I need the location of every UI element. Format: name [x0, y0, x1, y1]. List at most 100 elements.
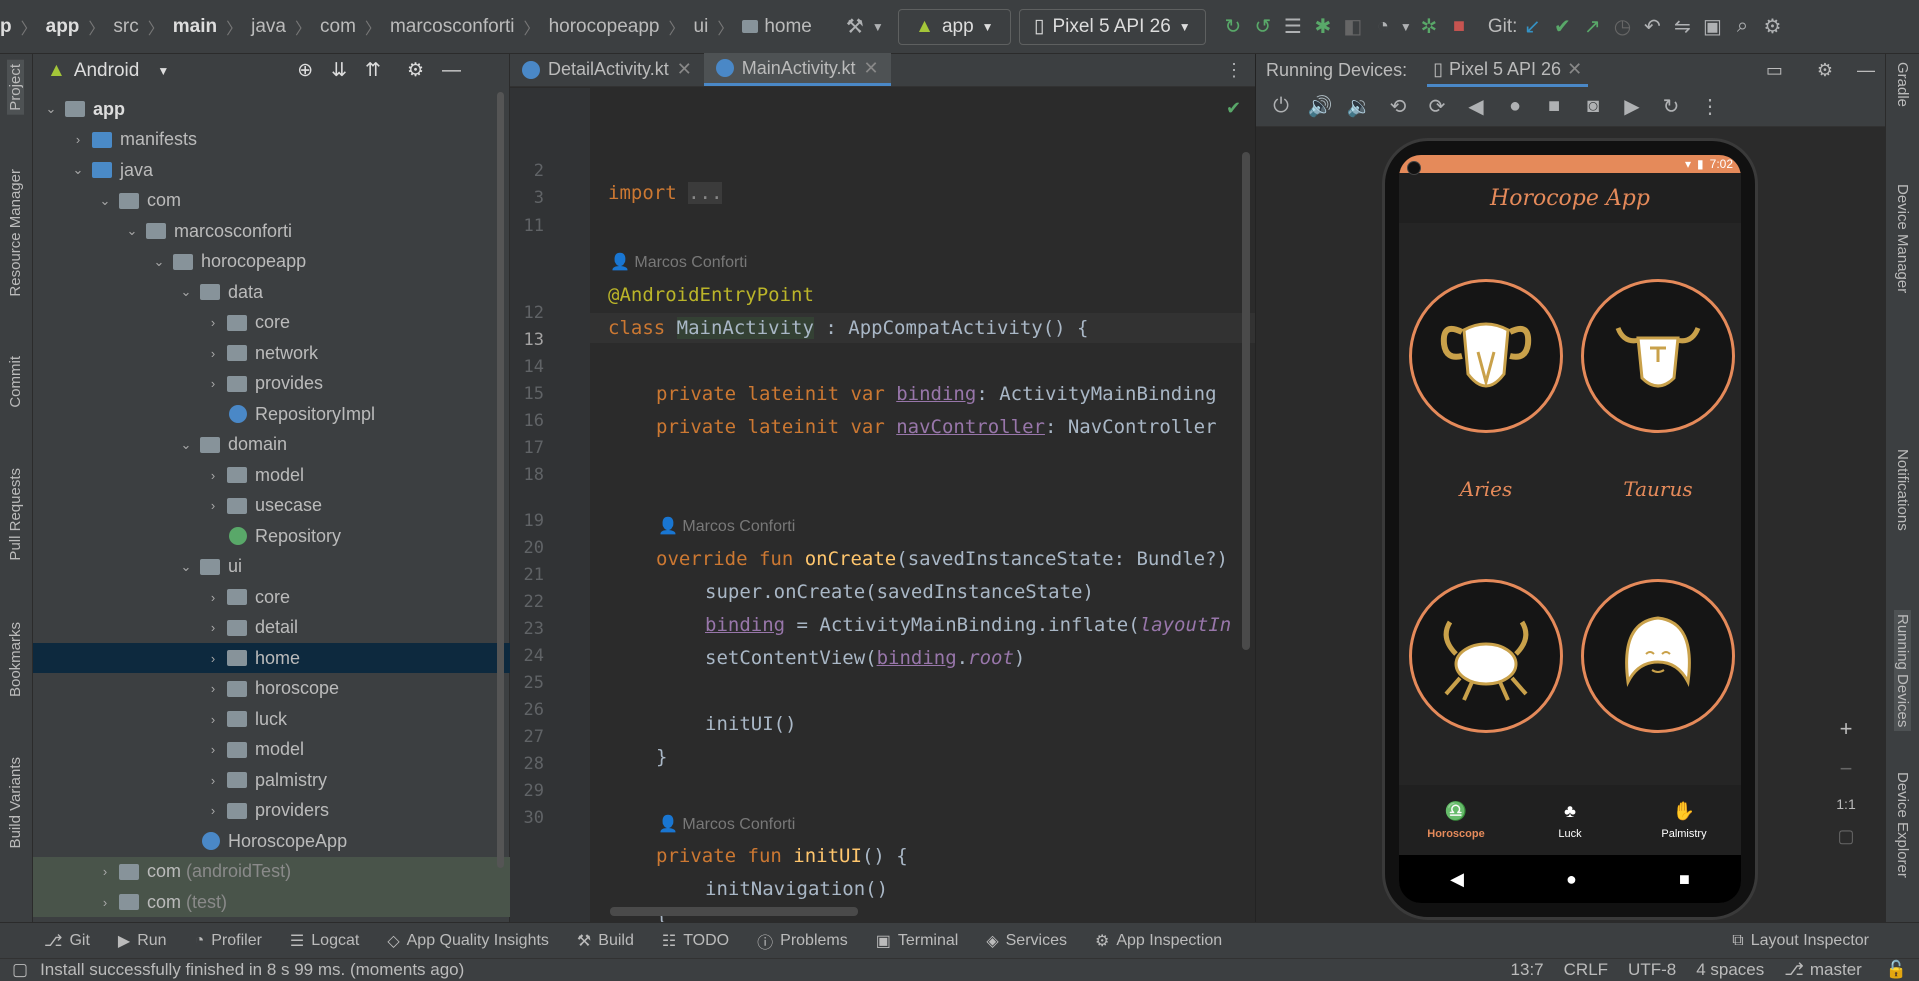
tool-logcat[interactable]: ☰ Logcat: [276, 931, 373, 951]
rotate-left-icon[interactable]: ⟲: [1383, 92, 1413, 122]
device-selector[interactable]: ▯ Pixel 5 API 26 ▼: [1018, 8, 1206, 45]
chevron-down-icon[interactable]: ⌄: [41, 101, 61, 117]
tree-item[interactable]: ⌄ ui: [33, 552, 510, 582]
tree-item[interactable]: › providers: [33, 796, 510, 826]
tool-window-device-manager[interactable]: Device Manager: [1894, 184, 1911, 293]
fit-screen-icon[interactable]: ▢: [1837, 826, 1854, 847]
power-icon[interactable]: ⏻: [1266, 92, 1296, 122]
apply-changes-icon[interactable]: ↻: [1218, 12, 1248, 42]
breadcrumb-item[interactable]: main: [173, 16, 217, 38]
chevron-right-icon[interactable]: ›: [203, 773, 223, 788]
chevron-down-icon[interactable]: ⌄: [176, 284, 196, 300]
debug-icon[interactable]: ✱: [1308, 12, 1338, 42]
breadcrumb-item[interactable]: p: [0, 16, 12, 38]
view-mode-selector[interactable]: Android: [74, 60, 140, 82]
bug-icon[interactable]: ✲: [1414, 12, 1444, 42]
attach-icon[interactable]: ◧: [1338, 12, 1368, 42]
tree-item[interactable]: › usecase: [33, 491, 510, 521]
tool-window-build-variants[interactable]: Build Variants: [7, 757, 24, 848]
chevron-down-icon[interactable]: ⌄: [95, 193, 115, 209]
tree-item[interactable]: RepositoryImpl: [33, 399, 510, 429]
zoom-out-icon[interactable]: −: [1840, 756, 1853, 782]
run-config-selector[interactable]: ▲ app ▼: [897, 8, 1011, 45]
tool-build[interactable]: ⚒ Build: [563, 931, 648, 951]
overview-icon[interactable]: ■: [1679, 869, 1690, 890]
tree-item[interactable]: › provides: [33, 369, 510, 399]
tool-window-commit[interactable]: Commit: [7, 356, 24, 408]
gear-icon[interactable]: ⚙: [1757, 12, 1787, 42]
taurus-card[interactable]: [1581, 279, 1735, 433]
chevron-down-icon[interactable]: ▼: [870, 12, 886, 42]
chevron-right-icon[interactable]: ›: [95, 864, 115, 879]
tree-item[interactable]: ⌄ marcosconforti: [33, 216, 510, 246]
tree-item[interactable]: ⌄ data: [33, 277, 510, 307]
tree-item[interactable]: Repository: [33, 521, 510, 551]
breadcrumb-item[interactable]: ui: [694, 16, 709, 38]
chevron-right-icon[interactable]: ›: [203, 315, 223, 330]
tool-problems[interactable]: ⓘ Problems: [743, 929, 862, 953]
aries-card[interactable]: [1409, 279, 1563, 433]
rotate-right-icon[interactable]: ⟳: [1422, 92, 1452, 122]
apply-code-changes-icon[interactable]: ↺: [1248, 12, 1278, 42]
chevron-right-icon[interactable]: ›: [203, 620, 223, 635]
breadcrumb-item[interactable]: com: [320, 16, 356, 38]
hide-icon[interactable]: —: [442, 60, 461, 82]
chevron-right-icon[interactable]: ›: [203, 803, 223, 818]
tree-item[interactable]: › com (androidTest): [33, 856, 510, 887]
gear-icon[interactable]: ⚙: [1817, 60, 1833, 81]
chevron-right-icon[interactable]: ›: [203, 376, 223, 391]
chevron-right-icon[interactable]: ›: [203, 712, 223, 727]
volume-down-icon[interactable]: 🔉: [1344, 92, 1374, 122]
nav-horoscope[interactable]: ♎ Horoscope: [1399, 785, 1513, 855]
breadcrumb-item[interactable]: marcosconforti: [390, 16, 515, 38]
git-branch[interactable]: master: [1810, 960, 1862, 980]
tool-window-notifications[interactable]: Notifications: [1894, 449, 1911, 531]
tree-scrollbar[interactable]: [497, 92, 504, 868]
chevron-down-icon[interactable]: ⌄: [68, 162, 88, 178]
tree-item[interactable]: › network: [33, 338, 510, 368]
tree-item[interactable]: › luck: [33, 704, 510, 734]
tree-item[interactable]: › home: [33, 643, 510, 673]
caret-position[interactable]: 13:7: [1511, 960, 1544, 980]
horizontal-scrollbar[interactable]: [610, 907, 858, 916]
indent-setting[interactable]: 4 spaces: [1696, 960, 1764, 980]
hide-icon[interactable]: —: [1857, 60, 1875, 81]
history-icon[interactable]: ◷: [1607, 12, 1637, 42]
tree-item[interactable]: › model: [33, 460, 510, 490]
tab-detail-activity[interactable]: DetailActivity.kt ✕: [510, 53, 704, 86]
sync-icon[interactable]: ⇋: [1667, 12, 1697, 42]
tree-item[interactable]: ⌄ domain: [33, 430, 510, 460]
close-icon[interactable]: ✕: [863, 58, 878, 79]
breadcrumb-item[interactable]: java: [251, 16, 286, 38]
locate-icon[interactable]: ⊕: [297, 59, 313, 82]
tree-item[interactable]: › manifests: [33, 125, 510, 155]
chevron-down-icon[interactable]: ⌄: [149, 254, 169, 270]
status-toggle-icon[interactable]: ▢: [12, 960, 28, 980]
nav-palmistry[interactable]: ✋ Palmistry: [1627, 785, 1741, 855]
back-icon[interactable]: ◀: [1450, 869, 1464, 890]
chevron-right-icon[interactable]: ›: [203, 590, 223, 605]
cancer-card[interactable]: [1409, 579, 1563, 733]
expand-all-icon[interactable]: ⇊: [331, 59, 347, 82]
hammer-icon[interactable]: ⚒: [840, 12, 870, 42]
overview-icon[interactable]: ■: [1539, 92, 1569, 122]
close-icon[interactable]: ✕: [1567, 59, 1582, 80]
vertical-scrollbar[interactable]: [1242, 152, 1250, 650]
tool-profiler[interactable]: ◔ Profiler: [181, 932, 276, 950]
git-update-icon[interactable]: ↙: [1517, 12, 1547, 42]
tool-window-bookmarks[interactable]: Bookmarks: [7, 622, 24, 697]
tree-item[interactable]: › palmistry: [33, 765, 510, 795]
tool-terminal[interactable]: ▣ Terminal: [862, 931, 973, 951]
tool-git[interactable]: ⎇ Git: [0, 931, 104, 951]
tool-window-device-explorer[interactable]: Device Explorer: [1894, 772, 1911, 878]
zoom-1-1-button[interactable]: 1:1: [1836, 796, 1855, 812]
volume-up-icon[interactable]: 🔊: [1305, 92, 1335, 122]
rollback-icon[interactable]: ↶: [1637, 12, 1667, 42]
tool-window-running-devices[interactable]: Running Devices: [1894, 610, 1911, 732]
window-icon[interactable]: ▭: [1766, 60, 1783, 81]
breadcrumb-item[interactable]: home: [764, 16, 812, 38]
collapse-all-icon[interactable]: ⇈: [365, 59, 381, 82]
tool-run[interactable]: ▶ Run: [104, 931, 181, 951]
close-icon[interactable]: ✕: [677, 59, 692, 80]
breadcrumb-item[interactable]: horocopeapp: [549, 16, 660, 38]
